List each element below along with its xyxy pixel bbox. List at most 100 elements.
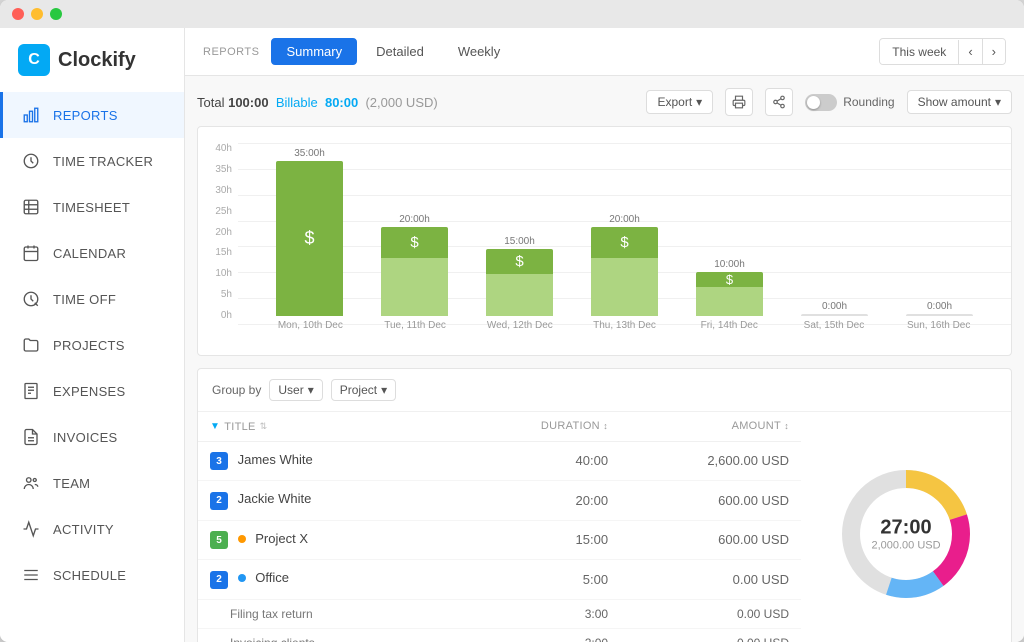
project-badge-2: 2 <box>210 571 228 589</box>
table-header-row: ▼ TITLE ⇅ DURATION <box>198 412 801 441</box>
sidebar-item-time-tracker[interactable]: TIME TRACKER <box>0 138 184 184</box>
row-amount-office: 0.00 USD <box>620 560 801 600</box>
project-badge-5: 5 <box>210 531 228 549</box>
week-prev-button[interactable]: ‹ <box>959 39 982 64</box>
tab-detailed[interactable]: Detailed <box>361 38 439 65</box>
show-amount-chevron: ▾ <box>995 95 1001 109</box>
row-duration-invoicing: 2:00 <box>469 628 620 642</box>
sidebar-label-invoices: INVOICES <box>53 430 118 445</box>
row-title-james: 3 James White <box>198 441 469 481</box>
bar-thu: $ <box>591 227 658 316</box>
sidebar-nav: REPORTS TIME TRACKER TIMESHEET <box>0 92 184 642</box>
schedule-icon <box>21 565 41 585</box>
table-row[interactable]: 2 Jackie White 20:00 600.00 USD <box>198 481 801 521</box>
bar-group-thu: 20:00h $ <box>573 214 676 316</box>
th-amount[interactable]: AMOUNT <box>620 412 801 441</box>
rounding-toggle[interactable] <box>805 94 837 111</box>
sidebar-label-reports: REPORTS <box>53 108 118 123</box>
main-header: REPORTS Summary Detailed Weekly This wee… <box>185 28 1024 76</box>
sidebar-item-timesheet[interactable]: TIMESHEET <box>0 184 184 230</box>
user-badge-2: 2 <box>210 492 228 510</box>
chevron-down-icon: ▾ <box>696 95 702 109</box>
sidebar-item-expenses[interactable]: EXPENSES <box>0 368 184 414</box>
week-selector[interactable]: This week ‹ › <box>879 38 1006 65</box>
summary-actions: Export ▾ Rounding <box>646 88 1012 116</box>
project-color-dot-office <box>238 574 246 582</box>
row-duration-jackie: 20:00 <box>469 481 620 521</box>
row-amount-james: 2,600.00 USD <box>620 441 801 481</box>
table-row[interactable]: 3 James White 40:00 2,600.00 USD <box>198 441 801 481</box>
sidebar-item-team[interactable]: TEAM <box>0 460 184 506</box>
chevron-down-icon: ▾ <box>308 383 314 397</box>
x-label-tue: Tue, 11th Dec <box>363 320 468 331</box>
sidebar-item-calendar[interactable]: CALENDAR <box>0 230 184 276</box>
week-next-button[interactable]: › <box>983 39 1005 64</box>
table-row[interactable]: Invoicing clients 2:00 0.00 USD <box>198 628 801 642</box>
sidebar-item-projects[interactable]: PROJECTS <box>0 322 184 368</box>
bar-group-tue: 20:00h $ <box>363 214 466 316</box>
bar-sun <box>906 314 973 316</box>
row-amount-jackie: 600.00 USD <box>620 481 801 521</box>
bar-group-sat: 0:00h <box>783 301 886 316</box>
users-icon <box>21 473 41 493</box>
table-row[interactable]: 5 Project X 15:00 600.00 USD <box>198 520 801 560</box>
sidebar: C Clockify REPORTS TIME TRACKER <box>0 28 185 642</box>
show-amount-button[interactable]: Show amount ▾ <box>907 90 1012 114</box>
week-label[interactable]: This week <box>880 40 959 64</box>
sidebar-item-schedule[interactable]: SCHEDULE <box>0 552 184 598</box>
row-duration-office: 5:00 <box>469 560 620 600</box>
tab-weekly[interactable]: Weekly <box>443 38 515 65</box>
maximize-button[interactable] <box>50 8 62 20</box>
main-content: REPORTS Summary Detailed Weekly This wee… <box>185 28 1024 642</box>
row-title-office: 2 Office <box>198 560 469 600</box>
sidebar-label-schedule: SCHEDULE <box>53 568 126 583</box>
share-icon[interactable] <box>765 88 793 116</box>
sidebar-label-expenses: EXPENSES <box>53 384 125 399</box>
table-row[interactable]: Filing tax return 3:00 0.00 USD <box>198 599 801 628</box>
sidebar-label-projects: PROJECTS <box>53 338 125 353</box>
group-user-button[interactable]: User ▾ <box>269 379 322 401</box>
logo-text: Clockify <box>58 49 136 72</box>
time-off-icon <box>21 289 41 309</box>
calendar-icon <box>21 243 41 263</box>
minimize-button[interactable] <box>31 8 43 20</box>
bar-group-mon: 35:00h $ <box>258 148 361 316</box>
grid-icon <box>21 197 41 217</box>
x-label-thu: Thu, 13th Dec <box>572 320 677 331</box>
billable-usd: (2,000 USD) <box>365 95 437 110</box>
x-label-mon: Mon, 10th Dec <box>258 320 363 331</box>
row-amount-filing: 0.00 USD <box>620 599 801 628</box>
close-button[interactable] <box>12 8 24 20</box>
table-row[interactable]: 2 Office 5:00 0.00 USD <box>198 560 801 600</box>
group-project-button[interactable]: Project ▾ <box>331 379 396 401</box>
x-label-sun: Sun, 16th Dec <box>886 320 991 331</box>
total-label: Total <box>197 95 224 110</box>
table-left: ▼ TITLE ⇅ DURATION <box>198 412 801 642</box>
summary-text: Total 100:00 Billable 80:00 (2,000 USD) <box>197 95 438 110</box>
x-label-fri: Fri, 14th Dec <box>677 320 782 331</box>
th-duration[interactable]: DURATION <box>469 412 620 441</box>
x-label-wed: Wed, 12th Dec <box>467 320 572 331</box>
receipt-icon <box>21 381 41 401</box>
row-amount-projectx: 600.00 USD <box>620 520 801 560</box>
sidebar-label-calendar: CALENDAR <box>53 246 126 261</box>
sidebar-item-activity[interactable]: ACTIVITY <box>0 506 184 552</box>
row-duration-projectx: 15:00 <box>469 520 620 560</box>
show-amount-label: Show amount <box>918 95 991 109</box>
bar-mon: $ <box>276 161 343 316</box>
export-button[interactable]: Export ▾ <box>646 90 713 114</box>
row-title-jackie: 2 Jackie White <box>198 481 469 521</box>
row-amount-invoicing: 0.00 USD <box>620 628 801 642</box>
bar-group-fri: 10:00h $ <box>678 259 781 316</box>
row-title-projectx: 5 Project X <box>198 520 469 560</box>
bar-sat <box>801 314 868 316</box>
sidebar-label-time-tracker: TIME TRACKER <box>53 154 153 169</box>
sidebar-item-time-off[interactable]: TIME OFF <box>0 276 184 322</box>
sidebar-item-invoices[interactable]: INVOICES <box>0 414 184 460</box>
tab-summary[interactable]: Summary <box>271 38 357 65</box>
th-title: ▼ TITLE ⇅ <box>198 412 469 441</box>
billable-time: 80:00 <box>325 95 358 110</box>
row-duration-james: 40:00 <box>469 441 620 481</box>
sidebar-item-reports[interactable]: REPORTS <box>0 92 184 138</box>
print-icon[interactable] <box>725 88 753 116</box>
